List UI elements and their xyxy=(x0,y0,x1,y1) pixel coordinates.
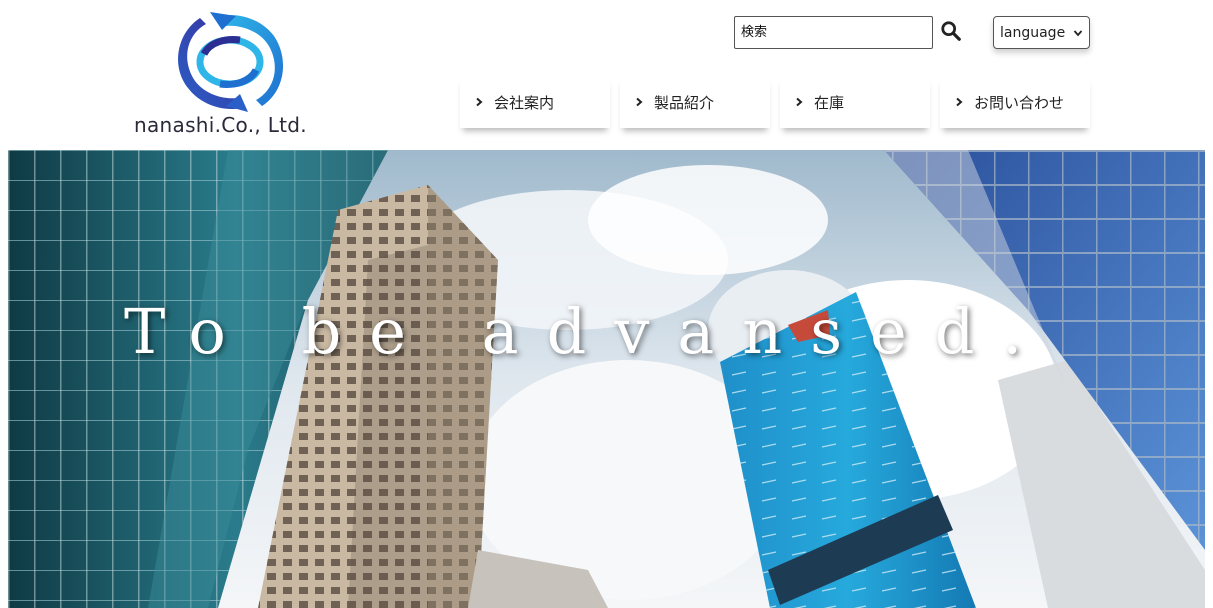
language-select-value: language xyxy=(1000,24,1066,41)
nav-item-label: 製品紹介 xyxy=(654,93,715,112)
nav-item-label: 会社案内 xyxy=(494,93,555,112)
nav-item-company[interactable]: 会社案内 xyxy=(460,76,610,128)
nav-item-contact[interactable]: お問い合わせ xyxy=(940,76,1090,128)
chevron-right-icon xyxy=(476,97,483,107)
search-icon xyxy=(941,21,961,41)
site-header: nanashi.Co., Ltd. language 会社案内 製品紹介 xyxy=(0,0,1213,150)
search-input[interactable] xyxy=(734,16,933,49)
hero-cityscape-image xyxy=(8,150,1205,608)
logo-text: nanashi.Co., Ltd. xyxy=(134,113,307,137)
chevron-right-icon xyxy=(636,97,643,107)
chevron-right-icon xyxy=(796,97,803,107)
nav-item-products[interactable]: 製品紹介 xyxy=(620,76,770,128)
chevron-down-icon xyxy=(1073,29,1083,36)
nav-item-label: お問い合わせ xyxy=(974,93,1065,112)
search-button[interactable] xyxy=(939,20,963,44)
nav-item-stock[interactable]: 在庫 xyxy=(780,76,930,128)
company-logo[interactable]: nanashi.Co., Ltd. xyxy=(130,10,330,140)
language-select[interactable]: language xyxy=(993,16,1090,49)
logo-mark-icon xyxy=(178,12,284,112)
hero-banner: To be advansed. xyxy=(8,150,1205,608)
chevron-right-icon xyxy=(956,97,963,107)
hero-title: To be advansed. xyxy=(124,295,1051,368)
main-nav: 会社案内 製品紹介 在庫 お問い合わせ xyxy=(460,76,1090,128)
nav-item-label: 在庫 xyxy=(814,93,845,112)
